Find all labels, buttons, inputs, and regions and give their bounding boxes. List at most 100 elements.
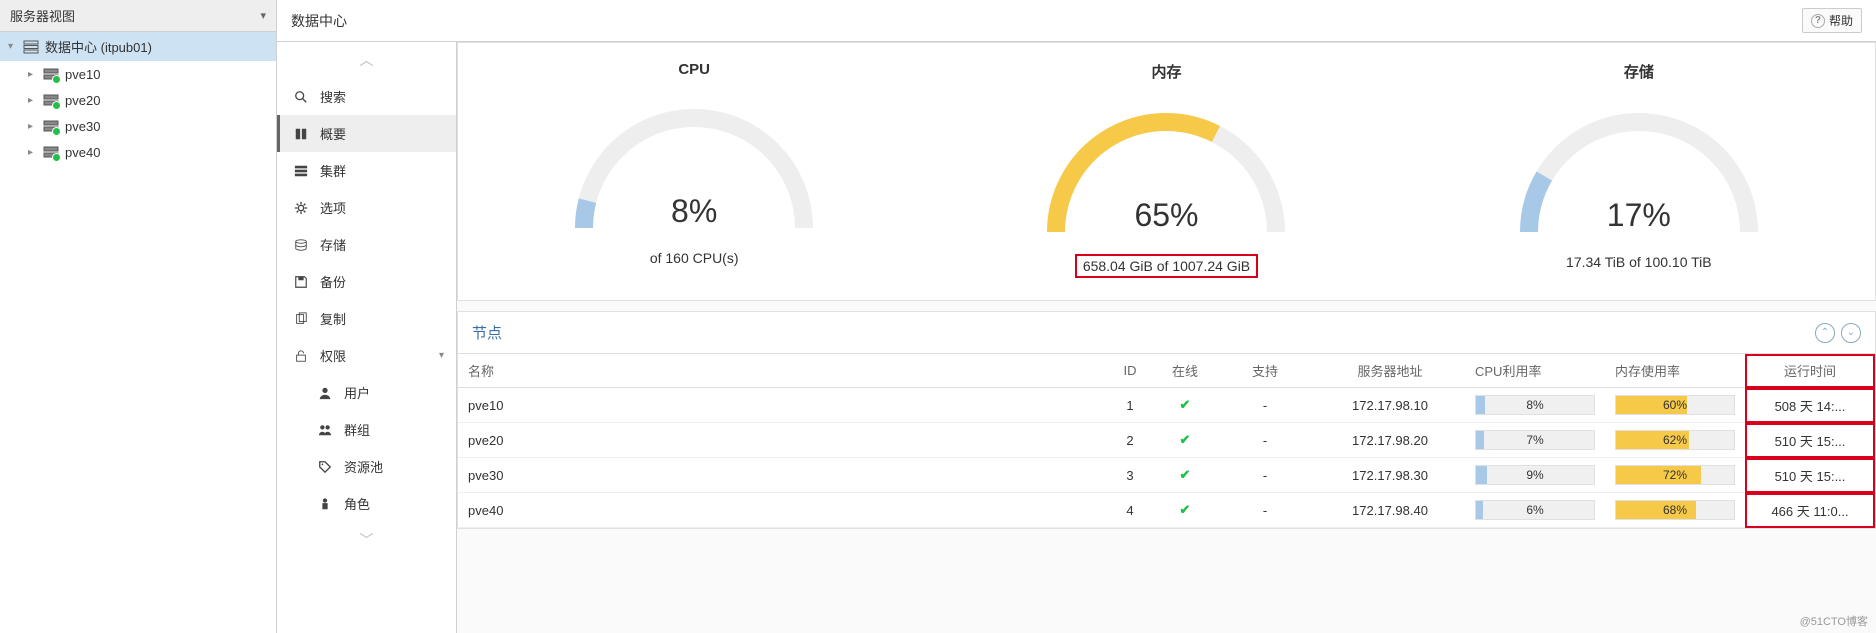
gauge-chart: 8% — [554, 88, 834, 238]
col-uptime[interactable]: 运行时间 — [1745, 354, 1875, 388]
check-icon: ✔ — [1180, 467, 1191, 482]
gauge-percent: 17% — [1499, 197, 1779, 234]
cell-mem: 68% — [1605, 493, 1745, 528]
col-id[interactable]: ID — [1105, 354, 1155, 388]
table-row[interactable]: pve20 2 ✔ - 172.17.98.20 7% 62% 510 天 15… — [458, 423, 1875, 458]
collapse-down-icon[interactable]: ﹀ — [277, 522, 456, 558]
col-cpu[interactable]: CPU利用率 — [1465, 354, 1605, 388]
panel-collapse-up-icon[interactable]: ⌃ — [1815, 323, 1835, 343]
cell-uptime: 510 天 15:... — [1745, 458, 1875, 493]
gauge-percent: 65% — [1026, 197, 1306, 234]
datacenter-icon — [23, 39, 39, 55]
submenu-item-book[interactable]: 概要 — [277, 115, 456, 152]
tree-node-server[interactable]: ▸ pve10 — [0, 61, 276, 87]
submenu-label: 集群 — [320, 161, 346, 180]
gauge-chart: 65% — [1026, 92, 1306, 242]
col-mem[interactable]: 内存使用率 — [1605, 354, 1745, 388]
submenu-label: 复制 — [320, 309, 346, 328]
tree-node-server[interactable]: ▸ pve40 — [0, 139, 276, 165]
cell-online: ✔ — [1155, 423, 1215, 458]
check-icon: ✔ — [1180, 432, 1191, 447]
view-selector-label: 服务器视图 — [10, 6, 75, 25]
submenu-item-search[interactable]: 搜索 — [277, 78, 456, 115]
cell-mem: 72% — [1605, 458, 1745, 493]
submenu-item-tag[interactable]: 资源池 — [277, 448, 456, 485]
cell-name: pve40 — [458, 493, 1105, 528]
tree-node-datacenter[interactable]: ▾ 数据中心 (itpub01) — [0, 32, 276, 61]
cell-support: - — [1215, 458, 1315, 493]
server-icon — [43, 144, 59, 160]
col-support[interactable]: 支持 — [1215, 354, 1315, 388]
chevron-down-icon: ▾ — [439, 350, 444, 361]
tree-node-label: pve20 — [65, 93, 100, 108]
col-addr[interactable]: 服务器地址 — [1315, 354, 1465, 388]
submenu-item-storage[interactable]: 存储 — [277, 226, 456, 263]
expand-icon: ▸ — [28, 147, 40, 158]
table-row[interactable]: pve40 4 ✔ - 172.17.98.40 6% 68% 466 天 11… — [458, 493, 1875, 528]
cell-mem: 60% — [1605, 388, 1745, 423]
nodes-table: 名称 ID 在线 支持 服务器地址 CPU利用率 内存使用率 运行时间 pve1… — [458, 354, 1875, 528]
cell-id: 2 — [1105, 423, 1155, 458]
cell-support: - — [1215, 493, 1315, 528]
lock-icon — [292, 349, 310, 363]
submenu-label: 权限 — [320, 346, 346, 365]
cell-addr: 172.17.98.40 — [1315, 493, 1465, 528]
nodes-panel: 节点 ⌃ ⌄ 名称 ID 在线 支持 — [457, 311, 1876, 529]
cell-id: 1 — [1105, 388, 1155, 423]
gauge-chart: 17% — [1499, 92, 1779, 242]
save-icon — [292, 275, 310, 289]
cell-online: ✔ — [1155, 388, 1215, 423]
cell-name: pve30 — [458, 458, 1105, 493]
group-icon — [316, 423, 334, 437]
check-icon: ✔ — [1180, 502, 1191, 517]
submenu-item-gear[interactable]: 选项 — [277, 189, 456, 226]
cell-cpu: 6% — [1465, 493, 1605, 528]
gauge-title: 内存 — [940, 61, 1392, 82]
cell-id: 3 — [1105, 458, 1155, 493]
submenu-label: 备份 — [320, 272, 346, 291]
gauges-row: CPU 8% of 160 CPU(s) 内存 65% 658.04 GiB o… — [457, 42, 1876, 301]
col-online[interactable]: 在线 — [1155, 354, 1215, 388]
page-title: 数据中心 — [291, 11, 347, 31]
copy-icon — [292, 312, 310, 326]
submenu-label: 概要 — [320, 124, 346, 143]
server-icon — [43, 66, 59, 82]
gauge-title: 存储 — [1413, 61, 1865, 82]
submenu-label: 选项 — [320, 198, 346, 217]
tree-node-server[interactable]: ▸ pve20 — [0, 87, 276, 113]
col-name[interactable]: 名称 — [458, 354, 1105, 388]
submenu-item-save[interactable]: 备份 — [277, 263, 456, 300]
gauge-card: CPU 8% of 160 CPU(s) — [458, 43, 930, 300]
table-row[interactable]: pve30 3 ✔ - 172.17.98.30 9% 72% 510 天 15… — [458, 458, 1875, 493]
panel-collapse-down-icon[interactable]: ⌄ — [1841, 323, 1861, 343]
cell-cpu: 9% — [1465, 458, 1605, 493]
tree-node-label: pve30 — [65, 119, 100, 134]
panel-title: 节点 — [472, 322, 502, 343]
submenu-item-copy[interactable]: 复制 — [277, 300, 456, 337]
table-row[interactable]: pve10 1 ✔ - 172.17.98.10 8% 60% 508 天 14… — [458, 388, 1875, 423]
tree-node-server[interactable]: ▸ pve30 — [0, 113, 276, 139]
submenu-item-group[interactable]: 群组 — [277, 411, 456, 448]
submenu-item-user[interactable]: 用户 — [277, 374, 456, 411]
watermark: @51CTO博客 — [1800, 613, 1868, 629]
submenu-label: 用户 — [344, 383, 370, 402]
help-button[interactable]: ? 帮助 — [1802, 8, 1862, 33]
submenu-item-lock[interactable]: 权限 ▾ — [277, 337, 456, 374]
expand-icon: ▸ — [28, 121, 40, 132]
help-icon: ? — [1811, 14, 1825, 28]
chevron-down-icon: ▾ — [260, 9, 266, 22]
view-selector[interactable]: 服务器视图 ▾ — [0, 0, 276, 32]
expand-icon: ▸ — [28, 69, 40, 80]
book-icon — [292, 127, 310, 141]
submenu-label: 角色 — [344, 494, 370, 513]
submenu-item-role[interactable]: 角色 — [277, 485, 456, 522]
collapse-up-icon[interactable]: ︿ — [277, 42, 456, 78]
cell-addr: 172.17.98.10 — [1315, 388, 1465, 423]
tree-node-label: pve40 — [65, 145, 100, 160]
cell-support: - — [1215, 423, 1315, 458]
tree-node-label: pve10 — [65, 67, 100, 82]
cell-mem: 62% — [1605, 423, 1745, 458]
gauge-subtitle: 17.34 TiB of 100.10 TiB — [1566, 254, 1712, 270]
cell-name: pve10 — [458, 388, 1105, 423]
submenu-item-cluster[interactable]: 集群 — [277, 152, 456, 189]
